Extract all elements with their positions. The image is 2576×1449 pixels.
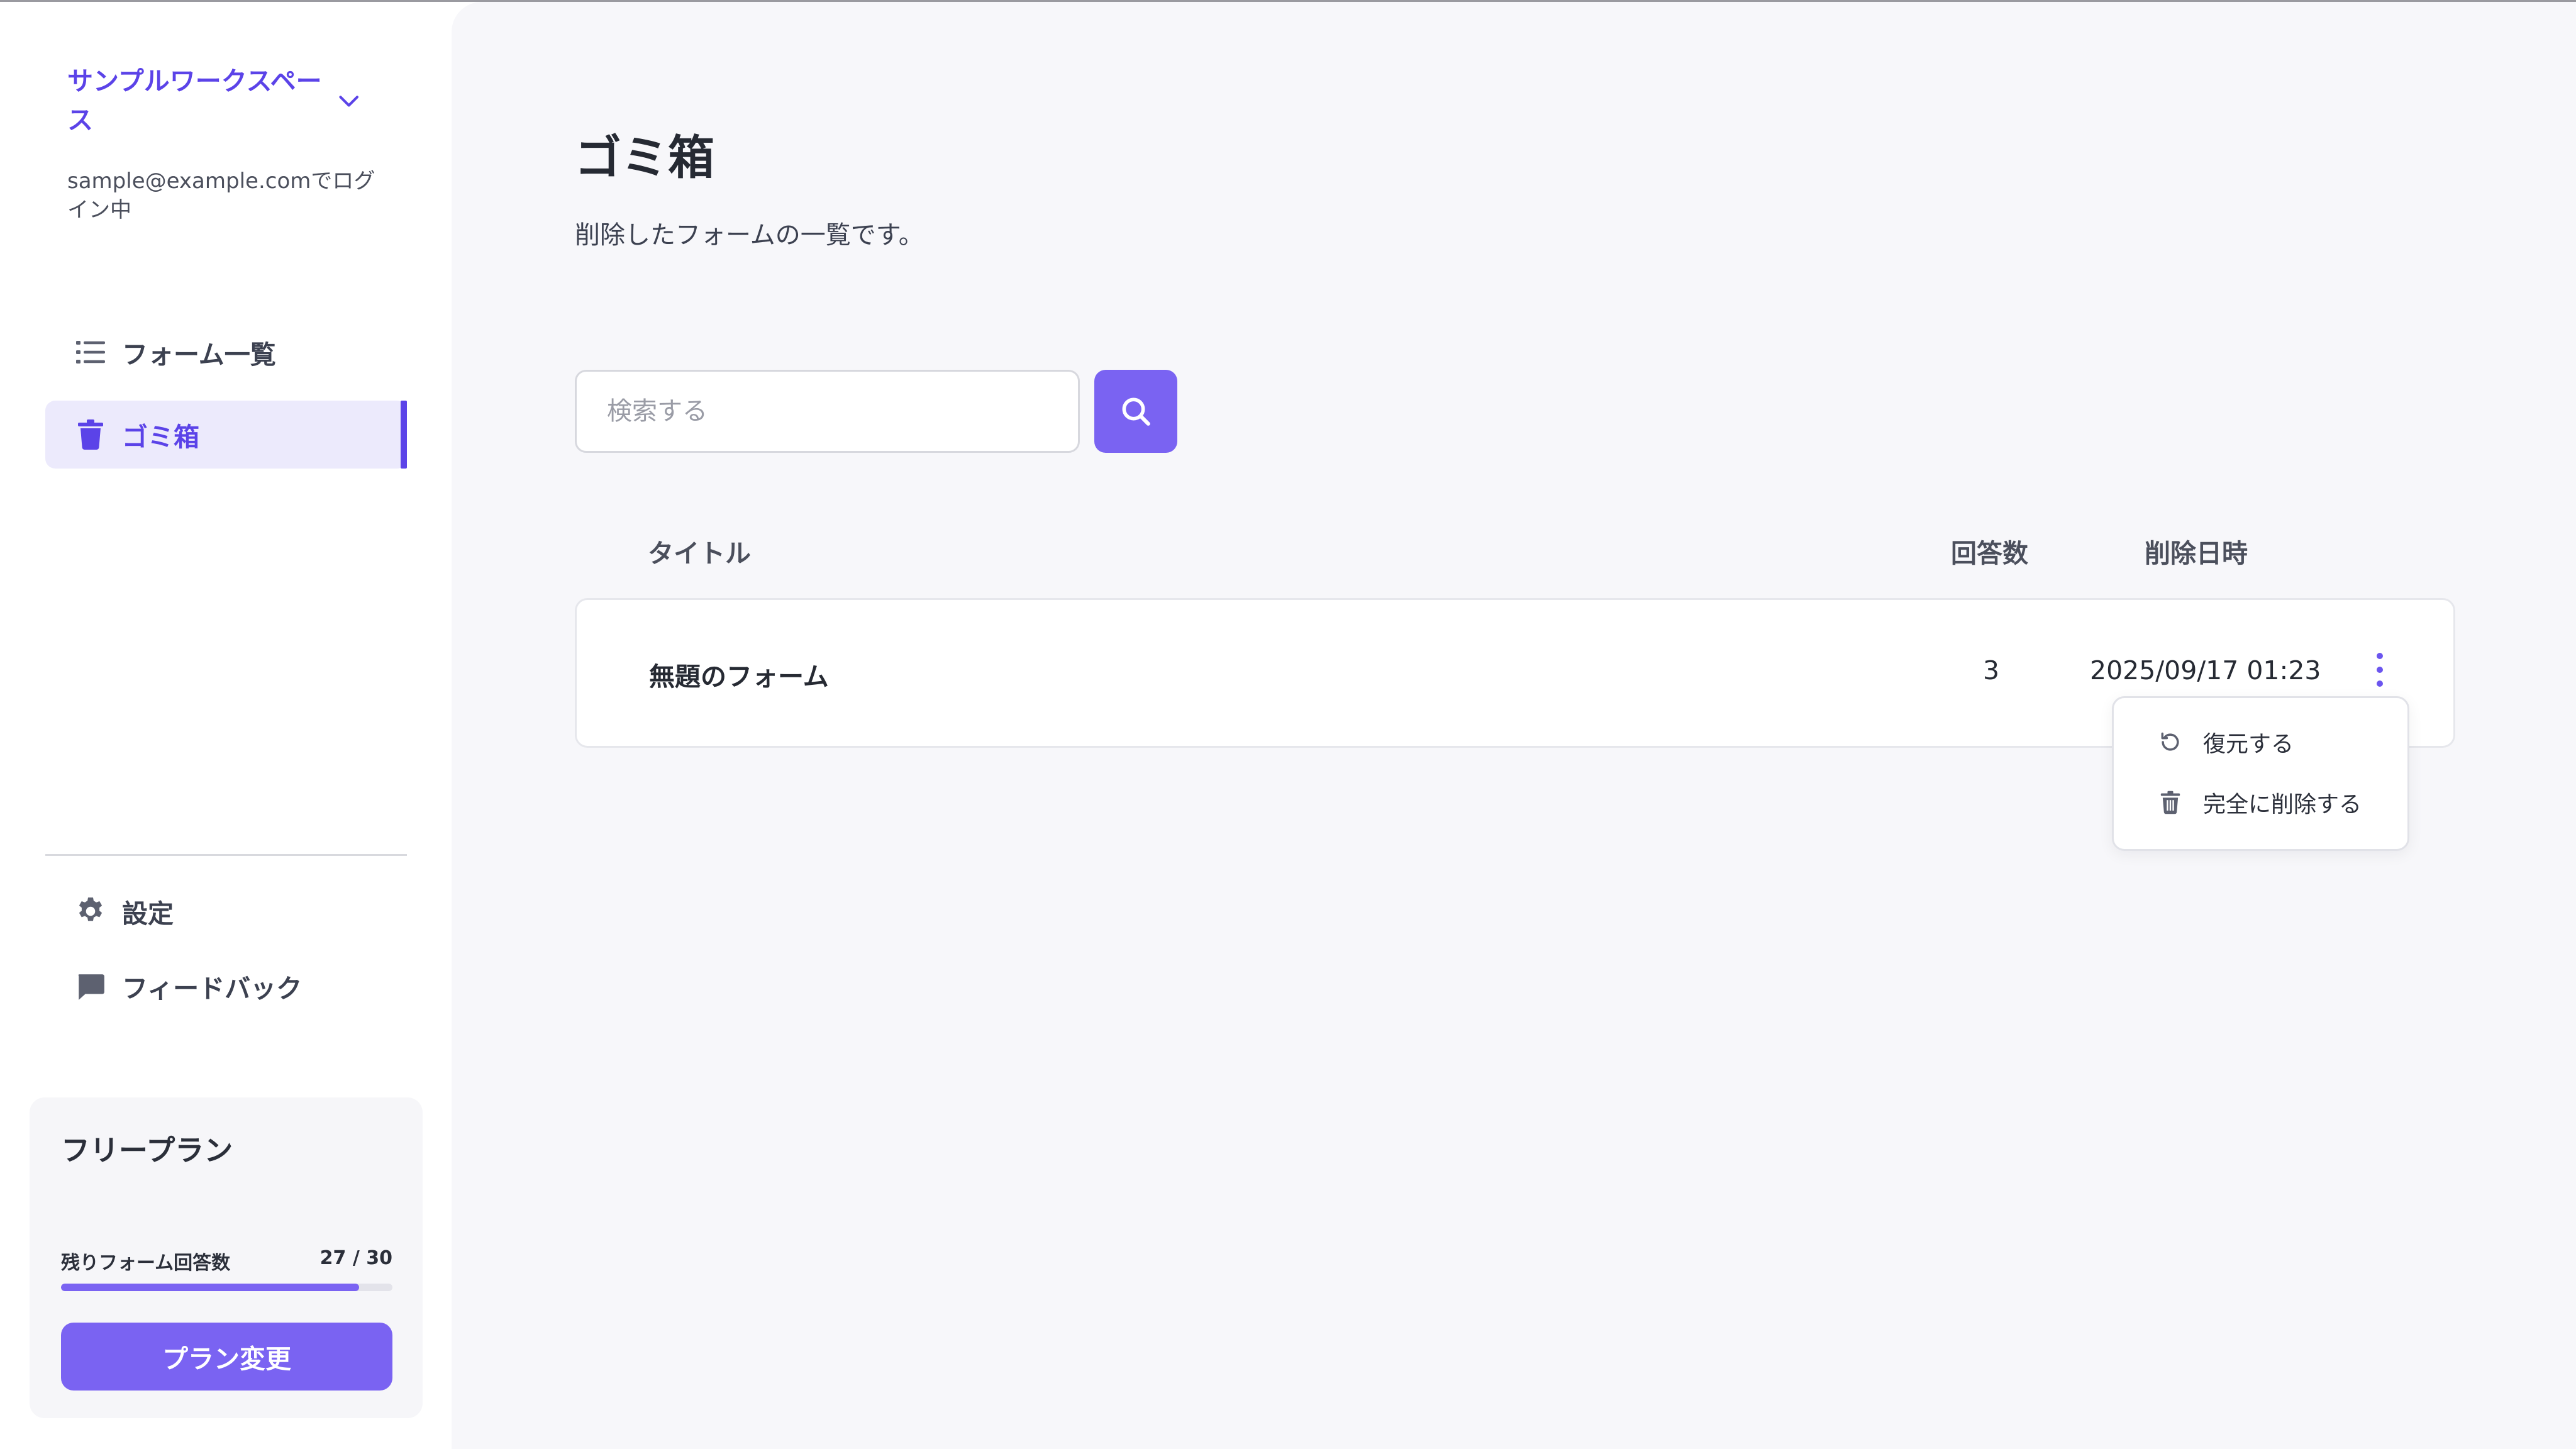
row-deleted-at: 2025/09/17 01:23 — [2090, 655, 2321, 686]
workspace-switcher[interactable]: サンプルワークスペース — [67, 62, 363, 140]
plan-progress-fill — [61, 1284, 360, 1291]
row-responses: 3 — [1983, 655, 2000, 686]
row-title: 無題のフォーム — [649, 662, 829, 692]
plan-progress-bar — [61, 1284, 392, 1291]
plan-title: フリープラン — [61, 1133, 233, 1167]
search-icon — [1122, 397, 1150, 426]
sidebar-item-trash[interactable]: ゴミ箱 — [45, 401, 407, 469]
workspace-name: サンプルワークスペース — [67, 66, 322, 135]
sidebar: サンプルワークスペース sample@example.comでログイン中 フォー… — [0, 2, 452, 1449]
search-button[interactable] — [1094, 370, 1177, 453]
trash-icon — [74, 418, 107, 451]
sidebar-item-label: フィードバック — [122, 974, 303, 1004]
gear-icon — [74, 895, 107, 928]
plan-usage-value: 27 / 30 — [319, 1247, 392, 1269]
sidebar-item-form-list[interactable]: フォーム一覧 — [45, 318, 407, 386]
page-title: ゴミ箱 — [575, 131, 714, 185]
search-input[interactable] — [575, 370, 1080, 453]
menu-item-delete-permanently[interactable]: 完全に削除する — [2158, 786, 2362, 819]
menu-item-label: 復元する — [2203, 731, 2294, 757]
plan-card: フリープラン 残りフォーム回答数 27 / 30 プラン変更 — [30, 1097, 423, 1418]
column-header-deleted-at[interactable]: 削除日時 — [2145, 532, 2248, 570]
sidebar-item-label: フォーム一覧 — [122, 340, 276, 370]
change-plan-button[interactable]: プラン変更 — [61, 1323, 392, 1391]
sidebar-item-settings[interactable]: 設定 — [45, 877, 407, 945]
sidebar-item-label: 設定 — [122, 899, 174, 929]
trash-icon — [2158, 790, 2183, 815]
row-context-menu: 復元する 完全に削除する — [2112, 696, 2409, 851]
menu-item-label: 完全に削除する — [2203, 792, 2362, 818]
page-subtitle: 削除したフォームの一覧です。 — [575, 221, 924, 250]
menu-item-restore[interactable]: 復元する — [2158, 726, 2294, 758]
sidebar-item-label: ゴミ箱 — [122, 422, 199, 452]
chevron-down-icon[interactable] — [335, 86, 363, 115]
login-status: sample@example.comでログイン中 — [67, 169, 375, 223]
column-header-responses[interactable]: 回答数 — [1951, 532, 2028, 570]
sidebar-item-feedback[interactable]: フィードバック — [45, 952, 407, 1020]
more-options-icon[interactable] — [2370, 649, 2389, 691]
list-icon — [74, 336, 107, 369]
column-header-title[interactable]: タイトル — [648, 532, 751, 570]
sidebar-divider — [45, 854, 407, 856]
plan-usage-row: 残りフォーム回答数 27 / 30 — [61, 1247, 392, 1275]
chat-bubble-icon — [74, 970, 107, 1002]
main-content: ゴミ箱 削除したフォームの一覧です。 タイトル 回答数 削除日時 無題のフォーム… — [452, 2, 2576, 1449]
plan-usage-label: 残りフォーム回答数 — [61, 1252, 231, 1274]
restore-icon — [2158, 730, 2183, 755]
